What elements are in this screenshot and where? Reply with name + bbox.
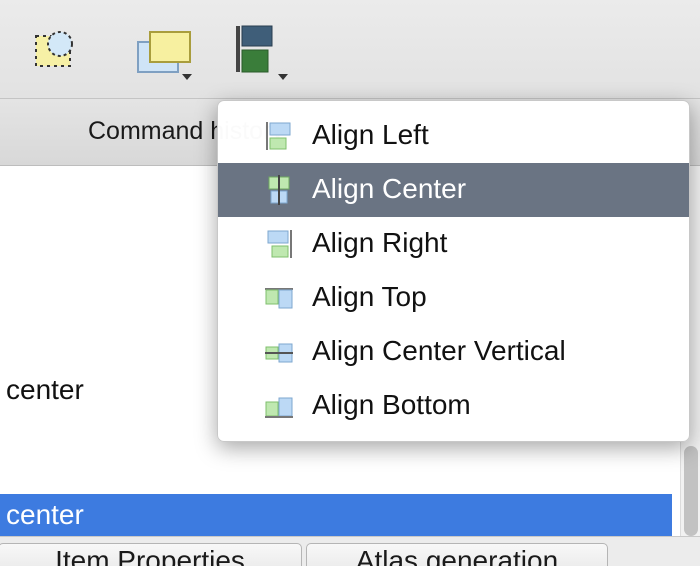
menu-item-align-right[interactable]: Align Right	[218, 217, 689, 271]
menu-item-label: Align Left	[312, 119, 429, 150]
menu-item-label: Align Center Vertical	[312, 335, 566, 366]
align-items-button[interactable]	[230, 18, 304, 86]
align-left-icon	[266, 122, 291, 150]
menu-item-align-left[interactable]: Align Left	[218, 109, 689, 163]
menu-item-label: Align Right	[312, 227, 448, 258]
align-bottom-icon	[265, 397, 293, 418]
align-center-icon	[268, 175, 290, 205]
menu-item-align-center-vertical[interactable]: Align Center Vertical	[218, 325, 689, 379]
menu-item-align-top[interactable]: Align Top	[218, 271, 689, 325]
menu-item-align-bottom[interactable]: Align Bottom	[218, 379, 689, 433]
align-dropdown-menu: Align Left Align Center Align Right Alig…	[217, 100, 690, 442]
menu-item-align-center[interactable]: Align Center	[218, 163, 689, 217]
scrollbar-thumb[interactable]	[684, 446, 698, 536]
lower-raise-button[interactable]	[130, 18, 204, 86]
bottom-tab-bar: Item Properties Atlas generation	[0, 536, 700, 566]
list-item-label: l center	[0, 499, 84, 530]
list-item-label: l center	[0, 374, 84, 405]
align-items-icon	[236, 25, 288, 80]
align-center-vertical-icon	[265, 343, 293, 363]
tab-item-properties[interactable]: Item Properties	[0, 543, 302, 566]
align-top-icon	[265, 288, 293, 309]
toolbar	[0, 0, 700, 99]
select-move-item-button[interactable]	[26, 18, 100, 86]
menu-item-label: Align Top	[312, 281, 427, 312]
list-item-selected[interactable]: l center	[0, 494, 672, 536]
align-right-icon	[267, 230, 292, 258]
composer-window: Command history l center l center Item P…	[0, 0, 700, 566]
select-move-item-icon	[35, 31, 73, 67]
lower-raise-icon	[137, 31, 192, 80]
tab-atlas-generation[interactable]: Atlas generation	[306, 543, 608, 566]
menu-item-label: Align Center	[312, 173, 467, 204]
menu-item-label: Align Bottom	[312, 389, 471, 420]
